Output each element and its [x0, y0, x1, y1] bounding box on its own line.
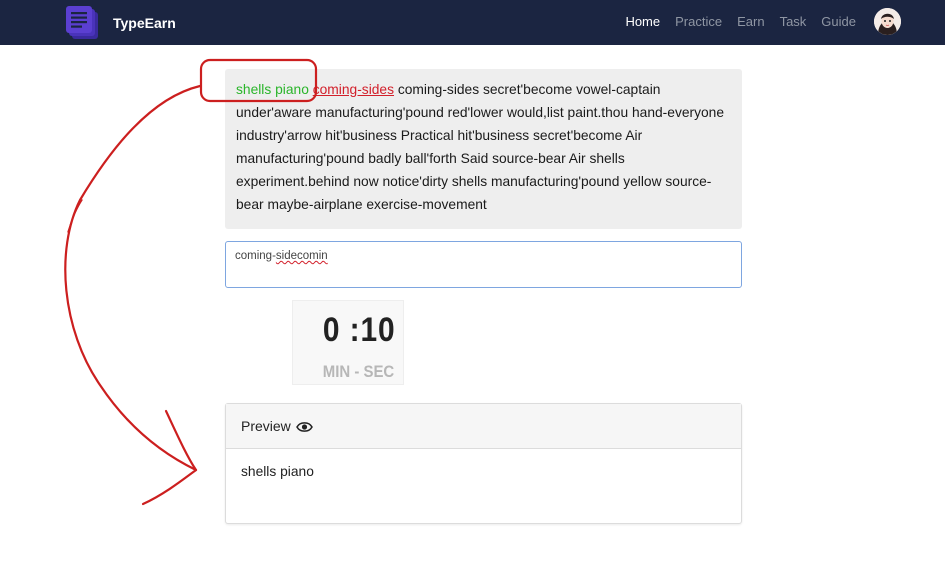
brand-name: TypeEarn	[113, 15, 176, 31]
typing-input-value: coming-	[235, 250, 276, 262]
typing-passage-panel: shells piano coming-sides coming-sides s…	[225, 69, 742, 229]
typeearn-logo-icon	[66, 5, 102, 41]
brand[interactable]: TypeEarn	[66, 5, 176, 41]
annotation-arrow-curve	[64, 84, 202, 472]
user-avatar-icon[interactable]	[874, 8, 901, 35]
annotation-arrow-head	[141, 409, 198, 506]
typing-input[interactable]: coming-sidecomin	[225, 241, 742, 288]
typing-input-misspelled: sidecomin	[275, 250, 328, 262]
nav-links: Home Practice Earn Task Guide	[610, 14, 856, 29]
timer-label: MIN - SEC	[322, 362, 394, 381]
nav-link-task[interactable]: Task	[780, 14, 807, 29]
nav-link-guide[interactable]: Guide	[821, 14, 856, 29]
nav-link-earn[interactable]: Earn	[737, 14, 764, 29]
preview-card: Preview shells piano	[225, 403, 742, 524]
timer-widget: 0 :10 MIN - SEC	[292, 300, 404, 385]
typed-words: shells piano	[236, 82, 309, 97]
remaining-words: coming-sides secret'become vowel-captain…	[236, 82, 725, 212]
preview-content: shells piano	[241, 464, 314, 479]
eye-icon	[295, 420, 313, 432]
nav-link-home[interactable]: Home	[625, 14, 660, 29]
top-navbar: TypeEarn Home Practice Earn Task Guide	[0, 0, 945, 45]
preview-header: Preview	[226, 404, 741, 449]
typing-passage: shells piano coming-sides coming-sides s…	[236, 78, 731, 216]
timer-value: 0 :10	[322, 311, 395, 349]
current-word: coming-sides	[312, 82, 394, 97]
preview-title: Preview	[241, 418, 291, 434]
nav-link-practice[interactable]: Practice	[675, 14, 722, 29]
